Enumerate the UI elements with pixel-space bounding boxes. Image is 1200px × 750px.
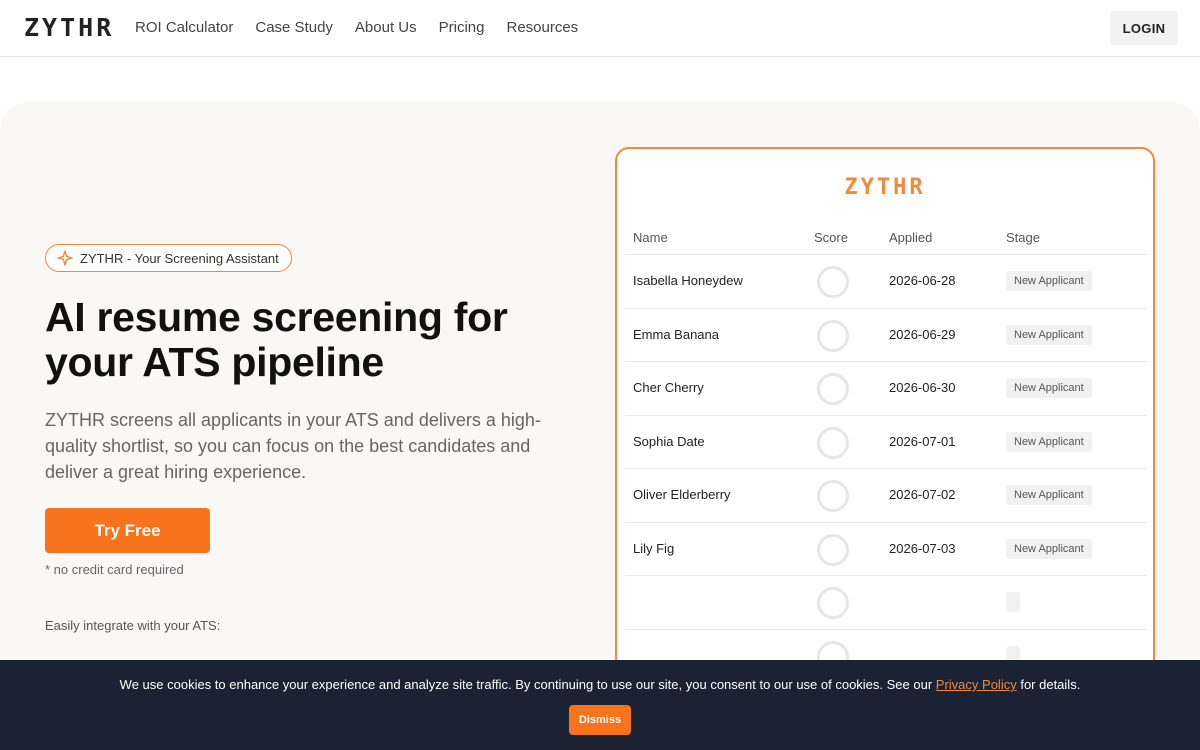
table-row[interactable] — [625, 576, 1147, 630]
score-ring-icon — [817, 266, 849, 298]
sparkle-icon — [57, 250, 73, 266]
login-button[interactable]: LOGIN — [1110, 11, 1178, 45]
hero-title: AI resume screening for your ATS pipelin… — [45, 294, 508, 385]
score-ring-icon — [817, 373, 849, 405]
score-ring-icon — [817, 587, 849, 619]
column-header-name: Name — [633, 230, 668, 245]
hero-description: ZYTHR screens all applicants in your ATS… — [45, 410, 541, 482]
stage-badge: New Applicant — [1006, 378, 1092, 398]
badge-label: ZYTHR - Your Screening Assistant — [80, 250, 279, 266]
dismiss-button[interactable]: Dismiss — [569, 705, 631, 735]
applicant-name: Sophia Date — [633, 433, 705, 449]
score-ring-icon — [817, 480, 849, 512]
column-header-stage: Stage — [1006, 230, 1040, 245]
applied-date: 2026-06-30 — [889, 380, 956, 395]
score-ring-icon — [817, 426, 849, 459]
cookie-banner: We use cookies to enhance your experienc… — [0, 660, 1200, 750]
stage-badge: New Applicant — [1006, 431, 1092, 452]
applicant-table: Name Score Applied Stage Isabella Honeyd… — [625, 223, 1147, 683]
applicant-preview-card: ZYTHR Name Score Applied Stage Isabella … — [615, 147, 1155, 707]
nav-about-us[interactable]: About Us — [355, 18, 417, 38]
stage-badge: New Applicant — [1006, 271, 1092, 291]
nav-resources[interactable]: Resources — [506, 18, 578, 38]
score-ring-icon — [817, 533, 849, 566]
stage-badge: New Applicant — [1006, 485, 1092, 505]
column-header-applied: Applied — [889, 230, 933, 245]
applied-date: 2026-06-29 — [889, 326, 956, 342]
applicant-name: Cher Cherry — [633, 380, 704, 395]
table-row[interactable]: Oliver Elderberry 2026-07-02 New Applicant — [625, 469, 1147, 523]
integrate-label: Easily integrate with your ATS: — [45, 618, 221, 633]
zythr-logo[interactable]: ZYTHR — [24, 15, 114, 41]
site-header: ZYTHR ROI Calculator Case Study About Us… — [0, 0, 1200, 57]
applicant-name: Oliver Elderberry — [633, 487, 731, 502]
table-row[interactable]: Lily Fig 2026-07-03 New Applicant — [625, 523, 1147, 576]
nav-case-study[interactable]: Case Study — [255, 18, 333, 38]
applied-date: 2026-07-01 — [889, 433, 956, 449]
applicant-name: Isabella Honeydew — [633, 273, 743, 288]
stage-badge: New Applicant — [1006, 324, 1092, 345]
applied-date: 2026-07-03 — [889, 540, 956, 556]
applied-date: 2026-06-28 — [889, 273, 956, 288]
main-nav: ROI Calculator Case Study About Us Prici… — [135, 18, 578, 38]
stage-badge: New Applicant — [1006, 538, 1092, 559]
cookie-text-after: for details. — [1016, 677, 1081, 692]
score-ring-icon — [817, 319, 849, 352]
table-row[interactable]: Emma Banana 2026-06-29 New Applicant — [625, 309, 1147, 362]
column-header-score: Score — [814, 230, 848, 245]
table-header: Name Score Applied Stage — [625, 223, 1147, 255]
try-free-button[interactable]: Try Free — [45, 508, 210, 553]
table-row[interactable]: Isabella Honeydew 2026-06-28 New Applicant — [625, 255, 1147, 309]
applicant-name: Lily Fig — [633, 540, 675, 556]
no-credit-card-note: * no credit card required — [45, 562, 184, 577]
table-row[interactable]: Sophia Date 2026-07-01 New Applicant — [625, 416, 1147, 469]
stage-badge — [1006, 592, 1020, 612]
assistant-badge: ZYTHR - Your Screening Assistant — [45, 244, 292, 272]
cookie-text-before: We use cookies to enhance your experienc… — [119, 677, 936, 692]
applied-date: 2026-07-02 — [889, 487, 956, 502]
nav-pricing[interactable]: Pricing — [439, 18, 485, 38]
table-row[interactable]: Cher Cherry 2026-06-30 New Applicant — [625, 362, 1147, 416]
card-logo: ZYTHR — [844, 175, 926, 200]
cookie-message: We use cookies to enhance your experienc… — [0, 677, 1200, 692]
nav-roi-calculator[interactable]: ROI Calculator — [135, 18, 233, 38]
privacy-policy-link[interactable]: Privacy Policy — [936, 677, 1017, 692]
applicant-name: Emma Banana — [633, 326, 719, 342]
